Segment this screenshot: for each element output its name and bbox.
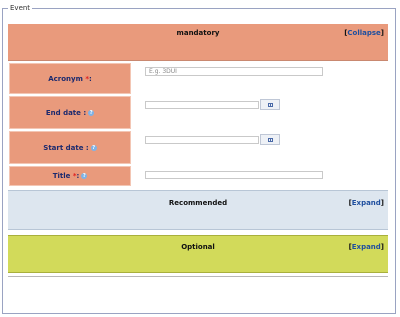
expand-recommended-toggle[interactable]: [Expand] bbox=[349, 199, 384, 207]
title-label-text: Title bbox=[52, 172, 71, 180]
acronym-label: Acronym *: bbox=[9, 63, 131, 94]
title-colon: : bbox=[76, 172, 80, 180]
start-date-calendar-button[interactable] bbox=[260, 134, 280, 145]
end-date-input[interactable] bbox=[145, 101, 259, 109]
help-icon[interactable]: ? bbox=[90, 144, 97, 151]
help-icon[interactable]: ? bbox=[81, 173, 88, 179]
end-date-calendar-button[interactable] bbox=[260, 99, 280, 110]
collapse-mandatory-toggle[interactable]: [Collapse] bbox=[344, 29, 384, 37]
divider bbox=[8, 276, 388, 277]
optional-title: Optional bbox=[181, 243, 215, 251]
title-label: Title *:? bbox=[9, 166, 131, 186]
title-input[interactable] bbox=[145, 171, 323, 179]
recommended-section-header: Recommended [Expand] bbox=[8, 190, 388, 230]
end-date-label-text: End date : bbox=[45, 108, 87, 117]
mandatory-title: mandatory bbox=[176, 29, 220, 37]
optional-section-header: Optional [Expand] bbox=[8, 235, 388, 273]
acronym-label-text: Acronym bbox=[48, 74, 83, 83]
end-date-label: End date :? bbox=[9, 96, 131, 129]
expand-optional-toggle[interactable]: [Expand] bbox=[349, 243, 384, 251]
fieldset-legend: Event bbox=[8, 3, 33, 13]
expand-link[interactable]: Expand bbox=[352, 243, 381, 251]
mandatory-section-header: mandatory [Collapse] bbox=[8, 24, 388, 61]
acronym-colon: : bbox=[88, 74, 92, 83]
start-date-label: Start date :? bbox=[9, 131, 131, 164]
acronym-input[interactable]: E.g. 3DUI bbox=[145, 67, 323, 76]
calendar-icon bbox=[267, 137, 273, 142]
start-date-input[interactable] bbox=[145, 136, 259, 144]
recommended-title: Recommended bbox=[168, 199, 228, 207]
expand-link[interactable]: Expand bbox=[352, 199, 381, 207]
calendar-icon bbox=[267, 102, 273, 107]
help-icon[interactable]: ? bbox=[88, 109, 95, 116]
collapse-link[interactable]: Collapse bbox=[347, 29, 380, 37]
start-date-label-text: Start date : bbox=[43, 143, 89, 152]
